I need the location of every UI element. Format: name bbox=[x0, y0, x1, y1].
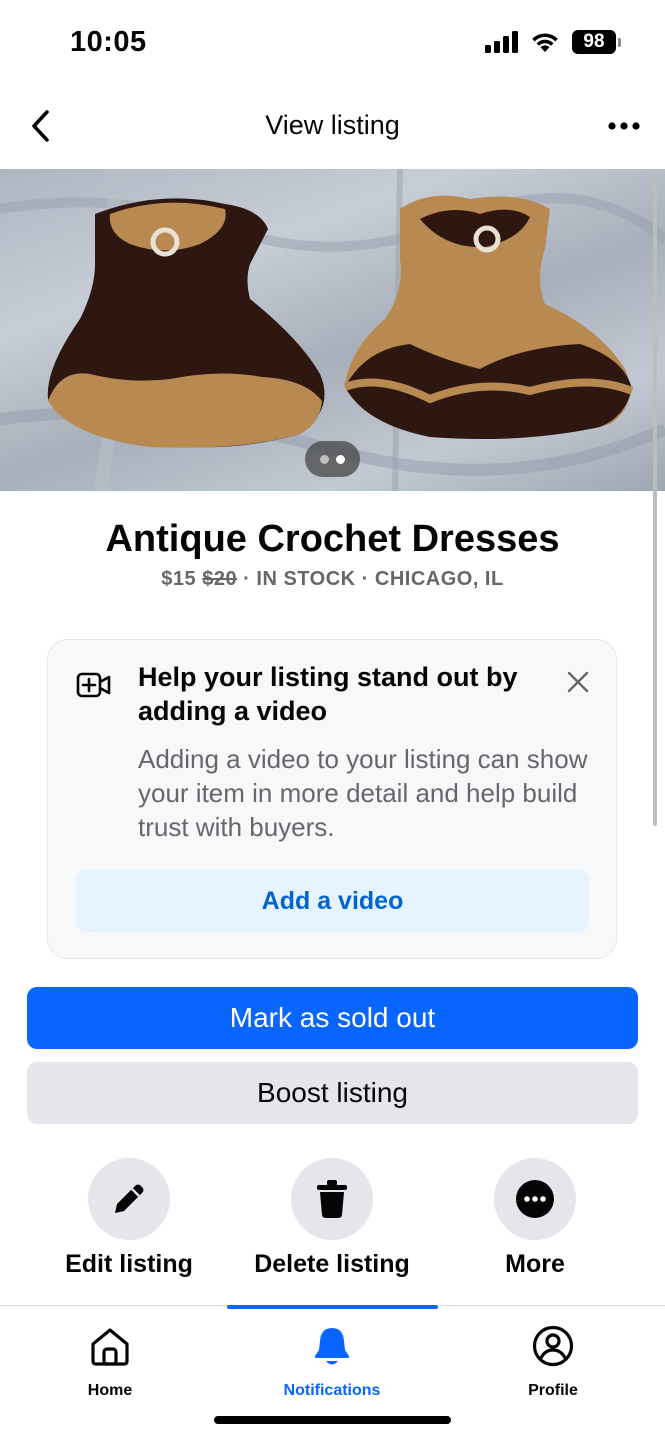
more-button[interactable] bbox=[494, 1158, 576, 1240]
delete-listing-action[interactable]: Delete listing bbox=[232, 1158, 432, 1279]
add-video-button[interactable]: Add a video bbox=[76, 870, 589, 932]
more-icon bbox=[516, 1180, 554, 1218]
edit-listing-button[interactable] bbox=[88, 1158, 170, 1240]
status-time: 10:05 bbox=[70, 26, 147, 58]
tab-profile-label: Profile bbox=[528, 1382, 578, 1399]
photo-pagination-dots bbox=[305, 441, 360, 477]
card-heading: Help your listing stand out by adding a … bbox=[138, 662, 518, 726]
listing-price: $15 bbox=[161, 568, 197, 590]
tab-notifications-label: Notifications bbox=[283, 1382, 381, 1399]
mark-as-sold-out-button[interactable]: Mark as sold out bbox=[27, 987, 638, 1049]
listing-title: Antique Crochet Dresses bbox=[105, 518, 560, 560]
page: 10:05 98 View listing Antique Crochet Dr… bbox=[0, 0, 665, 1440]
pencil-icon bbox=[115, 1184, 144, 1213]
more-options-icon[interactable] bbox=[607, 112, 641, 140]
card-body: Adding a video to your listing can show … bbox=[138, 744, 588, 842]
listing-location: · CHICAGO, IL bbox=[361, 568, 504, 590]
header: View listing bbox=[0, 88, 665, 168]
home-icon bbox=[91, 1328, 129, 1366]
profile-icon bbox=[532, 1325, 574, 1367]
more-label: More bbox=[505, 1250, 565, 1278]
tab-profile[interactable]: Profile bbox=[453, 1324, 653, 1400]
battery-icon: 98 bbox=[572, 30, 621, 54]
right-dress bbox=[343, 195, 634, 440]
status-bar: 10:05 98 bbox=[0, 0, 665, 88]
left-dress bbox=[47, 198, 325, 448]
tab-home-label: Home bbox=[87, 1382, 133, 1399]
tab-home[interactable]: Home bbox=[10, 1324, 210, 1400]
scroll-indicator bbox=[653, 176, 657, 826]
listing-details: $15 $20 · IN STOCK · CHICAGO, IL bbox=[0, 568, 665, 591]
status-icons: 98 bbox=[485, 30, 621, 54]
home-indicator bbox=[214, 1416, 451, 1424]
wifi-icon bbox=[532, 33, 558, 52]
edit-listing-label: Edit listing bbox=[65, 1250, 193, 1278]
add-video-card: Help your listing stand out by adding a … bbox=[47, 639, 617, 959]
close-icon[interactable] bbox=[566, 670, 590, 694]
delete-listing-button[interactable] bbox=[291, 1158, 373, 1240]
delete-listing-label: Delete listing bbox=[254, 1250, 410, 1278]
edit-listing-action[interactable]: Edit listing bbox=[29, 1158, 229, 1279]
boost-listing-button[interactable]: Boost listing bbox=[27, 1062, 638, 1124]
listing-status: · IN STOCK bbox=[243, 568, 356, 590]
bell-icon bbox=[314, 1328, 350, 1365]
tab-notifications[interactable]: Notifications bbox=[232, 1324, 432, 1400]
listing-original-price: $20 bbox=[202, 568, 238, 590]
battery-level: 98 bbox=[572, 30, 616, 54]
header-title: View listing bbox=[265, 110, 400, 140]
active-tab-indicator bbox=[227, 1305, 438, 1309]
trash-icon bbox=[317, 1180, 347, 1218]
add-video-icon bbox=[76, 672, 111, 698]
more-action[interactable]: More bbox=[435, 1158, 635, 1279]
cellular-signal-icon bbox=[485, 31, 518, 53]
